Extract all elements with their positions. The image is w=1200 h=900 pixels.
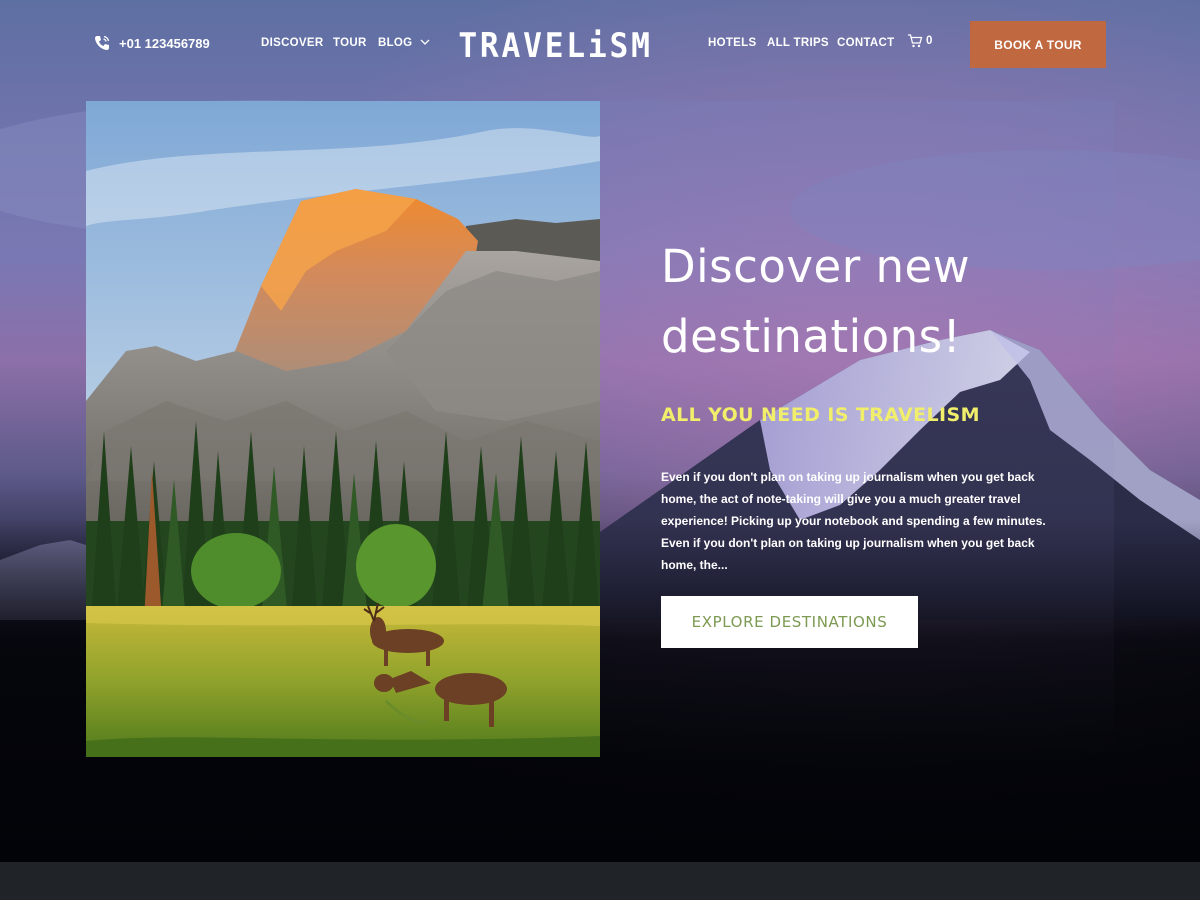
cart-icon (907, 34, 923, 48)
phone-number: +01 123456789 (119, 35, 210, 51)
nav-tour[interactable]: TOUR (333, 37, 367, 49)
footer-strip (0, 862, 1200, 900)
landscape-photo-illustration (86, 101, 600, 757)
nav-discover[interactable]: DISCOVER (261, 37, 323, 49)
cart-count: 0 (926, 35, 933, 47)
hero-card (86, 101, 1114, 757)
hero-text-panel (600, 101, 1114, 757)
chevron-down-icon (420, 37, 430, 49)
nav-hotels[interactable]: HOTELS (708, 37, 756, 49)
hero-photo-yosemite (86, 101, 600, 757)
hero-description: Even if you don't plan on taking up jour… (661, 470, 1046, 572)
cart-button[interactable]: 0 (907, 34, 932, 48)
nav-all-trips[interactable]: ALL TRIPS (767, 37, 829, 49)
nav-blog-label: BLOG (378, 37, 413, 49)
phone-icon (93, 34, 111, 52)
nav-blog[interactable]: BLOG (378, 37, 430, 49)
hero-subtitle: ALL YOU NEED IS TRAVELISM (661, 404, 980, 426)
site-header: +01 123456789 DISCOVER TOUR BLOG TRAVELi… (0, 0, 1200, 90)
book-tour-button[interactable]: BOOK A TOUR (970, 21, 1106, 68)
hero-title: Discover new destinations! (661, 240, 971, 363)
nav-contact[interactable]: CONTACT (837, 37, 894, 49)
site-logo[interactable]: TRAVELiSM (458, 26, 653, 66)
phone-contact[interactable]: +01 123456789 (93, 34, 210, 52)
explore-destinations-button[interactable]: EXPLORE DESTINATIONS (661, 596, 918, 648)
